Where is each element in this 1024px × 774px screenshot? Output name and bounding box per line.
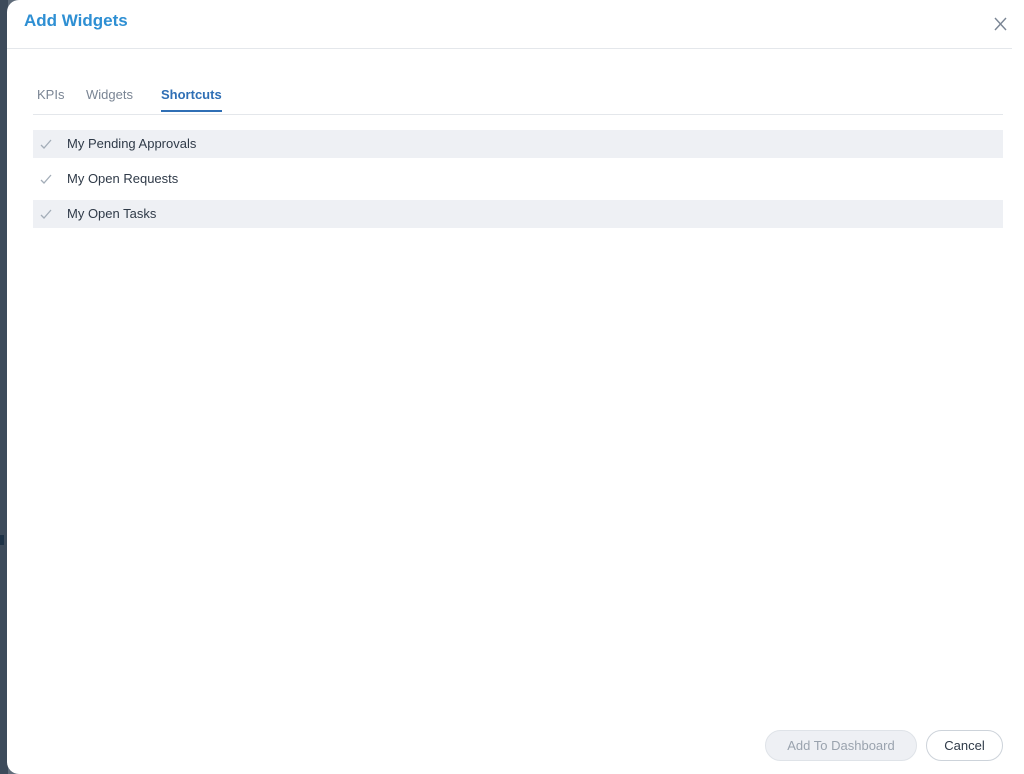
add-widgets-dialog: Add Widgets KPIs Widgets Shortcuts My Pe… (7, 0, 1024, 774)
close-icon (994, 17, 1007, 31)
tab-shortcuts[interactable]: Shortcuts (161, 87, 222, 112)
close-button[interactable] (991, 12, 1011, 36)
shortcuts-list: My Pending Approvals My Open Requests My… (33, 130, 1003, 235)
dialog-header: Add Widgets (7, 0, 1012, 49)
add-to-dashboard-button[interactable]: Add To Dashboard (765, 730, 917, 761)
list-item[interactable]: My Pending Approvals (33, 130, 1003, 158)
tab-bar: KPIs Widgets Shortcuts (33, 75, 1003, 115)
check-icon[interactable] (39, 172, 53, 186)
background-indicator (0, 535, 4, 545)
cancel-button[interactable]: Cancel (926, 730, 1003, 761)
tab-widgets[interactable]: Widgets (86, 87, 133, 110)
check-icon[interactable] (39, 207, 53, 221)
list-item[interactable]: My Open Tasks (33, 200, 1003, 228)
list-item[interactable]: My Open Requests (33, 165, 1003, 193)
dialog-title: Add Widgets (24, 11, 128, 30)
tab-kpis[interactable]: KPIs (37, 87, 64, 110)
list-item-label: My Open Requests (67, 171, 179, 186)
list-item-label: My Open Tasks (67, 206, 157, 221)
check-icon[interactable] (39, 137, 53, 151)
list-item-label: My Pending Approvals (67, 136, 197, 151)
